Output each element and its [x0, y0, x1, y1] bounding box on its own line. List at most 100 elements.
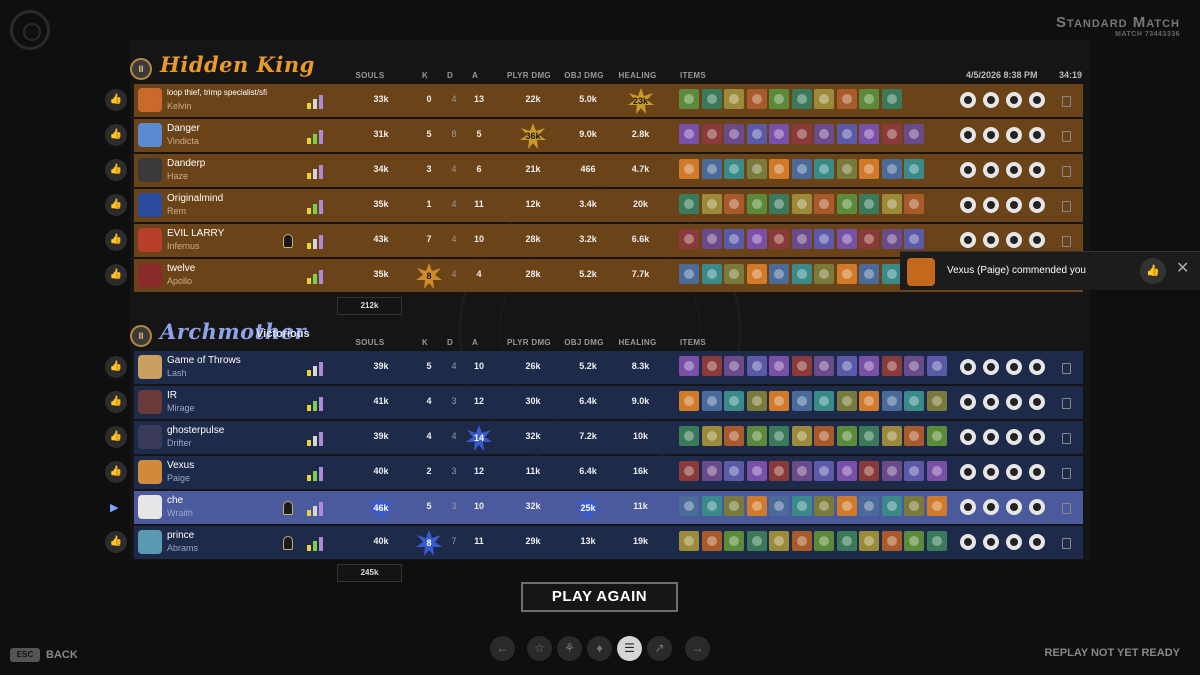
item-slot-icon[interactable] — [679, 461, 699, 481]
player-row[interactable]: 👍 IR Mirage 41k 4 3 12 30k 6.4k 9.0k — [105, 386, 1083, 419]
item-slot-icon[interactable] — [791, 356, 812, 376]
item-slot-icon[interactable] — [881, 531, 902, 551]
item-slot-icon[interactable] — [859, 194, 879, 214]
item-slot-icon[interactable] — [746, 264, 767, 284]
item-slot-icon[interactable] — [814, 496, 834, 516]
thumbs-up-icon[interactable]: 👍 — [1140, 258, 1166, 284]
item-slot-icon[interactable] — [791, 426, 812, 446]
item-slot-icon[interactable] — [904, 194, 924, 214]
item-slot-icon[interactable] — [926, 496, 947, 516]
item-slot-icon[interactable] — [701, 391, 722, 411]
item-slot-icon[interactable] — [724, 89, 744, 109]
item-slot-icon[interactable] — [881, 89, 902, 109]
item-slot-icon[interactable] — [814, 229, 834, 249]
copy-icon[interactable] — [1062, 131, 1071, 142]
item-slot-icon[interactable] — [701, 426, 722, 446]
item-slot-icon[interactable] — [746, 426, 767, 446]
back-button[interactable]: BACK — [46, 649, 78, 661]
item-slot-icon[interactable] — [791, 264, 812, 284]
item-slot-icon[interactable] — [881, 426, 902, 446]
player-row[interactable]: 👍 ghosterpulse Drifter 39k 4 4 14 32k 7.2k 10k — [105, 421, 1083, 454]
item-slot-icon[interactable] — [859, 426, 879, 446]
esc-key[interactable]: ESC — [10, 648, 40, 662]
thumbs-up-icon[interactable]: 👍 — [105, 124, 127, 146]
player-row[interactable]: 👍 Danderp Haze 34k 3 4 6 21k 466 4.7k — [105, 154, 1083, 187]
copy-icon[interactable] — [1062, 433, 1071, 444]
item-slot-icon[interactable] — [859, 391, 879, 411]
item-slot-icon[interactable] — [724, 391, 744, 411]
item-slot-icon[interactable] — [904, 124, 924, 144]
item-slot-icon[interactable] — [701, 229, 722, 249]
item-slot-icon[interactable] — [724, 264, 744, 284]
item-slot-icon[interactable] — [904, 229, 924, 249]
item-slot-icon[interactable] — [926, 356, 947, 376]
arrow-right-icon[interactable]: → — [685, 636, 710, 661]
item-slot-icon[interactable] — [791, 124, 812, 144]
item-slot-icon[interactable] — [679, 89, 699, 109]
player-row[interactable]: 👍 loop thief, trimp specialist/sfi Kelvin 3… — [105, 84, 1083, 117]
item-slot-icon[interactable] — [836, 89, 857, 109]
item-slot-icon[interactable] — [836, 194, 857, 214]
trophy-icon[interactable]: ☆ — [527, 636, 552, 661]
item-slot-icon[interactable] — [814, 426, 834, 446]
player-row[interactable]: 👍 Danger Vindicta 31k 5 8 5 36k 9.0k 2.8k — [105, 119, 1083, 152]
item-slot-icon[interactable] — [769, 159, 789, 179]
item-slot-icon[interactable] — [814, 159, 834, 179]
item-slot-icon[interactable] — [904, 461, 924, 481]
item-slot-icon[interactable] — [791, 89, 812, 109]
graph-icon[interactable]: ↗ — [647, 636, 672, 661]
item-slot-icon[interactable] — [746, 496, 767, 516]
item-slot-icon[interactable] — [701, 531, 722, 551]
item-slot-icon[interactable] — [904, 391, 924, 411]
item-slot-icon[interactable] — [746, 461, 767, 481]
player-row[interactable]: 👍 prince Abrams 40k 8 7 11 29k 13k 19k — [105, 526, 1083, 559]
item-slot-icon[interactable] — [769, 461, 789, 481]
item-slot-icon[interactable] — [814, 531, 834, 551]
item-slot-icon[interactable] — [859, 89, 879, 109]
item-slot-icon[interactable] — [679, 194, 699, 214]
item-slot-icon[interactable] — [724, 229, 744, 249]
item-slot-icon[interactable] — [746, 89, 767, 109]
copy-icon[interactable] — [1062, 468, 1071, 479]
item-slot-icon[interactable] — [791, 496, 812, 516]
item-slot-icon[interactable] — [701, 89, 722, 109]
item-slot-icon[interactable] — [679, 356, 699, 376]
item-slot-icon[interactable] — [836, 426, 857, 446]
item-slot-icon[interactable] — [746, 159, 767, 179]
item-slot-icon[interactable] — [881, 194, 902, 214]
item-slot-icon[interactable] — [679, 391, 699, 411]
thumbs-up-icon[interactable]: 👍 — [105, 391, 127, 413]
item-slot-icon[interactable] — [859, 531, 879, 551]
item-slot-icon[interactable] — [769, 356, 789, 376]
item-slot-icon[interactable] — [814, 391, 834, 411]
item-slot-icon[interactable] — [701, 356, 722, 376]
item-slot-icon[interactable] — [701, 496, 722, 516]
item-slot-icon[interactable] — [701, 264, 722, 284]
copy-icon[interactable] — [1062, 363, 1071, 374]
copy-icon[interactable] — [1062, 503, 1071, 514]
player-row[interactable]: ▶ che Wraith 46k 5 3 10 32k 25k 11k — [110, 491, 1083, 524]
item-slot-icon[interactable] — [724, 124, 744, 144]
player-row[interactable]: 👍 Originalmind Rem 35k 1 4 11 12k 3.4k 20k — [105, 189, 1083, 222]
thumbs-up-icon[interactable]: 👍 — [105, 264, 127, 286]
thumbs-up-icon[interactable]: 👍 — [105, 194, 127, 216]
item-slot-icon[interactable] — [836, 159, 857, 179]
item-slot-icon[interactable] — [769, 124, 789, 144]
item-slot-icon[interactable] — [881, 461, 902, 481]
item-slot-icon[interactable] — [836, 229, 857, 249]
item-slot-icon[interactable] — [881, 229, 902, 249]
item-slot-icon[interactable] — [679, 229, 699, 249]
item-slot-icon[interactable] — [859, 461, 879, 481]
item-slot-icon[interactable] — [679, 264, 699, 284]
item-slot-icon[interactable] — [926, 461, 947, 481]
copy-icon[interactable] — [1062, 166, 1071, 177]
close-icon[interactable]: ✕ — [1176, 261, 1189, 277]
item-slot-icon[interactable] — [836, 496, 857, 516]
item-slot-icon[interactable] — [836, 391, 857, 411]
item-slot-icon[interactable] — [859, 229, 879, 249]
item-slot-icon[interactable] — [814, 89, 834, 109]
item-slot-icon[interactable] — [724, 356, 744, 376]
item-slot-icon[interactable] — [746, 229, 767, 249]
item-slot-icon[interactable] — [769, 496, 789, 516]
item-slot-icon[interactable] — [679, 426, 699, 446]
